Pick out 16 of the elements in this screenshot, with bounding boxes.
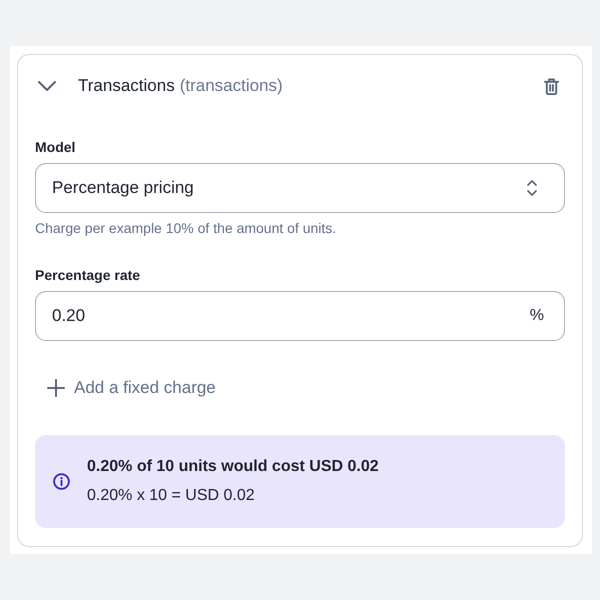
info-title: 0.20% of 10 units would cost USD 0.02 [87, 457, 379, 477]
info-icon [53, 473, 70, 490]
field-label: Percentage rate [35, 266, 142, 284]
model-select[interactable]: Percentage pricing [35, 163, 565, 213]
section-title: Transactions [78, 76, 175, 96]
field-label: Model [35, 138, 76, 156]
rate-input[interactable]: 0.20 % [35, 291, 565, 341]
section-key: (transactions) [180, 76, 283, 96]
info-formula: 0.20% x 10 = USD 0.02 [87, 486, 256, 506]
trash-icon[interactable] [544, 78, 559, 94]
chevron-down-icon[interactable] [38, 81, 56, 91]
plus-icon [47, 379, 65, 397]
unit-suffix: % [530, 307, 544, 325]
add-charge-button[interactable]: Add a fixed charge [47, 370, 216, 406]
field-hint: Charge per example 10% of the amount of units. [35, 219, 338, 237]
up-down-chevron-icon [527, 180, 537, 196]
